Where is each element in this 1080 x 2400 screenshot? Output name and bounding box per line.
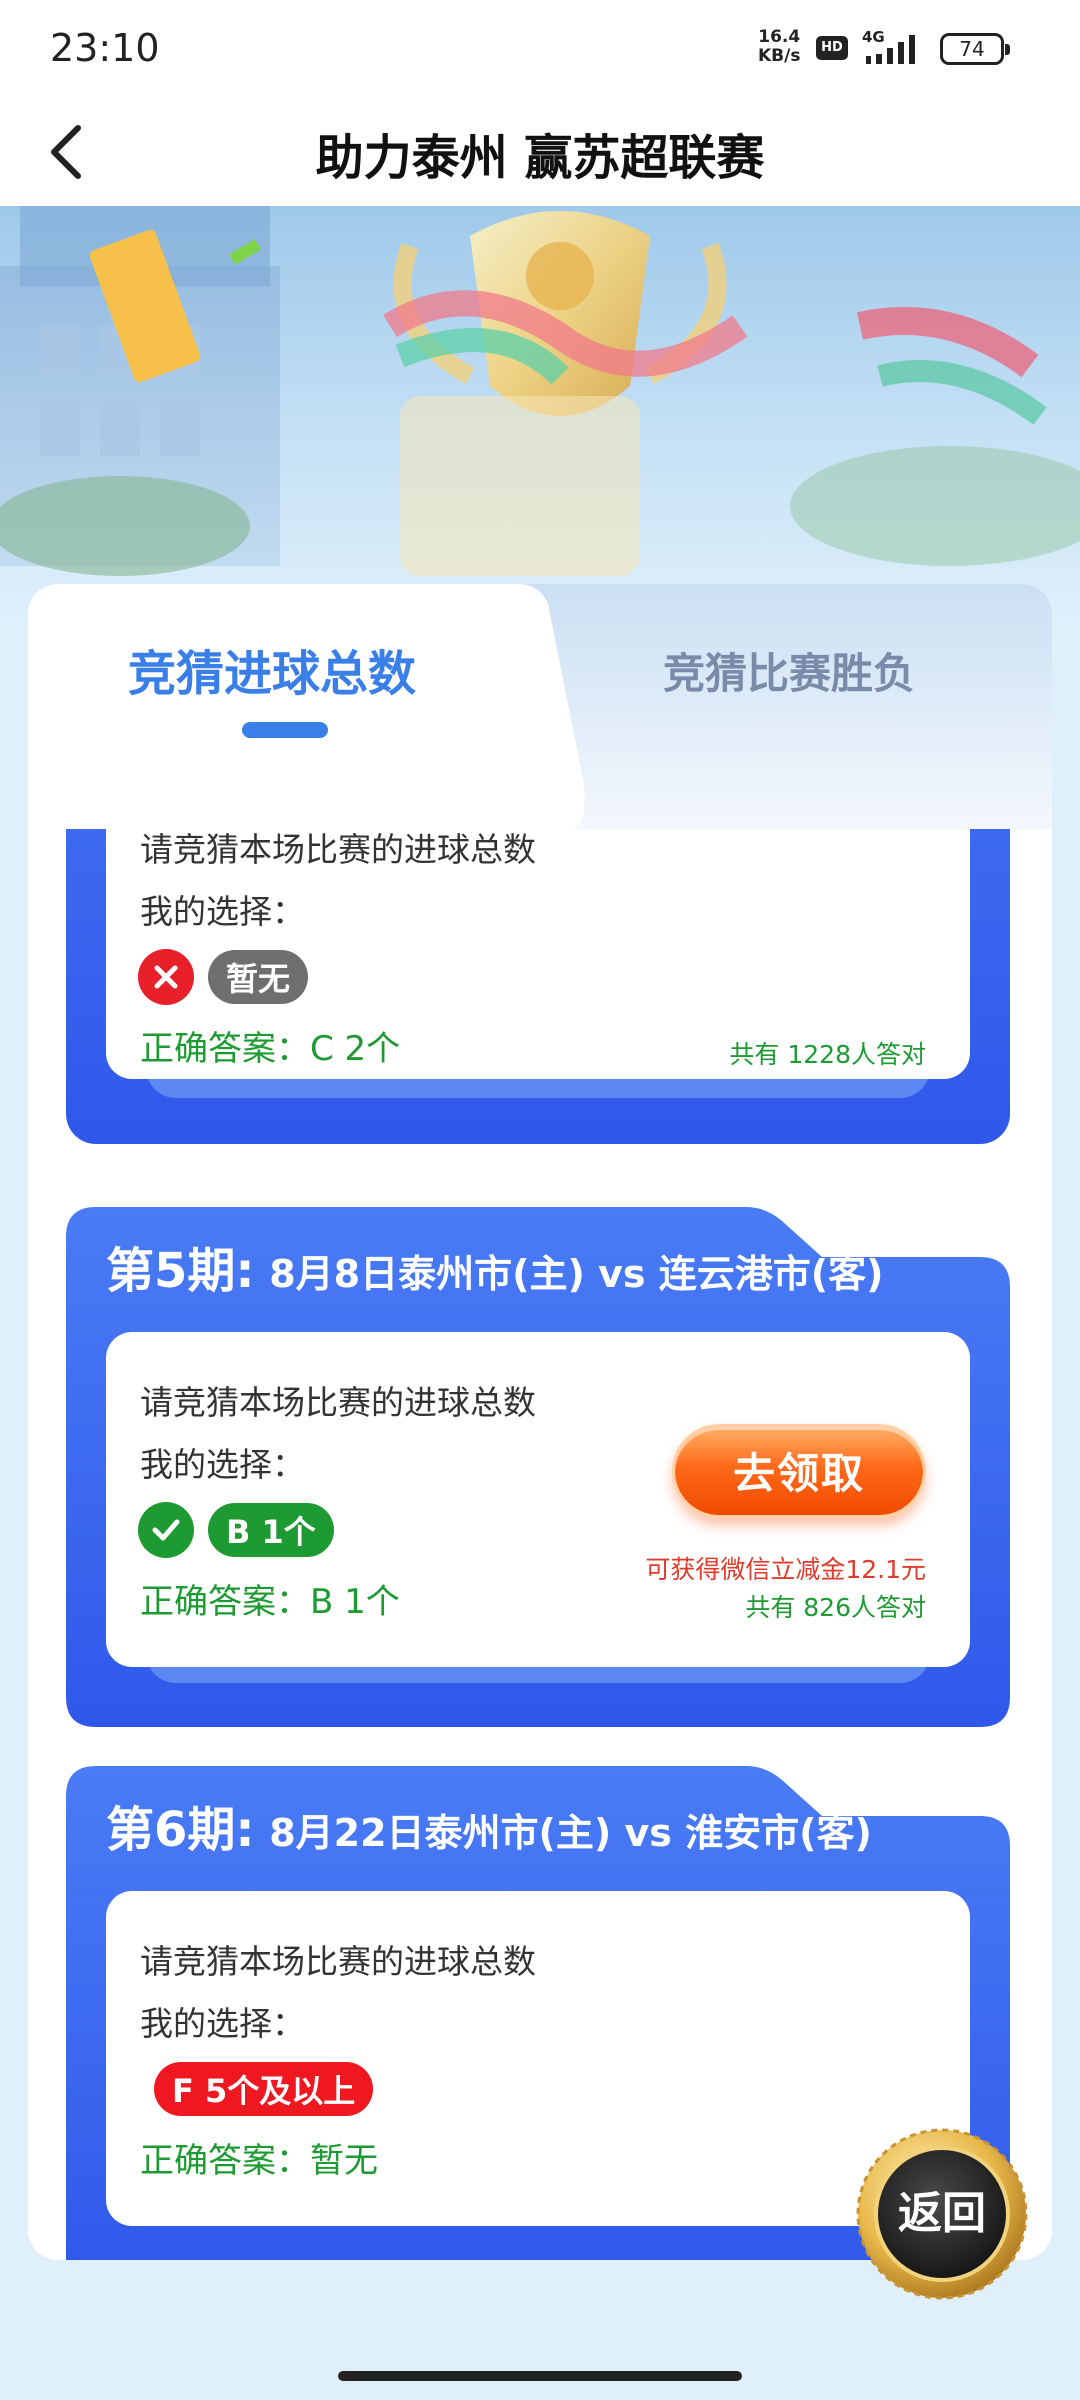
trophy-banner-illustration bbox=[0, 206, 1080, 576]
my-choice-label: 我的选择： bbox=[140, 2004, 305, 2043]
choice-row: F 5个及以上 bbox=[154, 2061, 374, 2117]
match-info: 8月22日泰州市(主) vs 淮安市(客) bbox=[269, 1811, 872, 1855]
network-speed-unit: KB/s bbox=[758, 46, 801, 66]
period-list[interactable]: 请竞猜本场比赛的进球总数 我的选择： 暂无 正确答案：C 2个 共有 1228人… bbox=[28, 829, 1052, 2260]
correct-answer: 正确答案：C 2个 bbox=[140, 1029, 401, 1069]
active-tab-background bbox=[28, 584, 585, 829]
period-number: 第6期: bbox=[106, 1802, 255, 1858]
active-tab-indicator bbox=[242, 722, 328, 738]
network-speed: 16.4 KB/s bbox=[758, 28, 800, 66]
claim-reward-button[interactable]: 去领取 bbox=[672, 1424, 926, 1518]
choice-row: B 1个 bbox=[138, 1502, 334, 1558]
hero-banner bbox=[0, 206, 1080, 626]
home-indicator[interactable] bbox=[338, 2371, 742, 2381]
reward-text: 可获得微信立减金12.1元 bbox=[645, 1555, 926, 1584]
return-button[interactable]: 返回 bbox=[852, 2124, 1032, 2304]
correct-count: 共有 826人答对 bbox=[745, 1593, 926, 1622]
question-card: 请竞猜本场比赛的进球总数 我的选择： F 5个及以上 正确答案：暂无 bbox=[106, 1891, 970, 2226]
period-title: 第5期: 8月8日泰州市(主) vs 连云港市(客) bbox=[106, 1231, 883, 1301]
my-choice-label: 我的选择： bbox=[140, 1445, 305, 1484]
status-time: 23:10 bbox=[50, 26, 160, 70]
network-speed-value: 16.4 bbox=[758, 27, 801, 47]
return-label: 返回 bbox=[898, 2188, 986, 2239]
hd-badge: HD bbox=[816, 36, 848, 60]
check-icon bbox=[138, 1502, 194, 1558]
correct-answer: 正确答案：暂无 bbox=[140, 2141, 378, 2181]
my-choice-label: 我的选择： bbox=[140, 892, 305, 931]
status-bar: 23:10 16.4 KB/s HD 4G 74 bbox=[0, 0, 1080, 96]
correct-answer: 正确答案：B 1个 bbox=[140, 1582, 400, 1622]
tab-bar: 竞猜进球总数 竞猜比赛胜负 bbox=[28, 584, 1052, 829]
question-card: 请竞猜本场比赛的进球总数 我的选择： B 1个 正确答案：B 1个 去领取 可获… bbox=[106, 1332, 970, 1667]
wrong-icon bbox=[138, 949, 194, 1005]
period-number: 第5期: bbox=[106, 1243, 255, 1299]
question-text: 请竞猜本场比赛的进球总数 bbox=[140, 1383, 536, 1422]
period-title: 第6期: 8月22日泰州市(主) vs 淮安市(客) bbox=[106, 1790, 872, 1860]
tab-guess-total-goals[interactable]: 竞猜进球总数 bbox=[128, 634, 416, 704]
period-card: 请竞猜本场比赛的进球总数 我的选择： 暂无 正确答案：C 2个 共有 1228人… bbox=[66, 829, 1010, 1144]
main-panel: 竞猜进球总数 竞猜比赛胜负 请竞猜本场比赛的进球总数 我的选择： 暂无 正确答案… bbox=[28, 584, 1052, 2260]
match-info: 8月8日泰州市(主) vs 连云港市(客) bbox=[269, 1252, 884, 1296]
signal-icon bbox=[866, 35, 915, 64]
period-card: 第5期: 8月8日泰州市(主) vs 连云港市(客) 请竞猜本场比赛的进球总数 … bbox=[66, 1207, 1010, 1727]
choice-pill: 暂无 bbox=[208, 950, 309, 1004]
battery-icon: 74 bbox=[940, 33, 1010, 65]
question-text: 请竞猜本场比赛的进球总数 bbox=[140, 830, 536, 869]
correct-count: 共有 1228人答对 bbox=[729, 1040, 926, 1069]
tab-guess-match-result[interactable]: 竞猜比赛胜负 bbox=[663, 640, 915, 701]
question-card: 请竞猜本场比赛的进球总数 我的选择： 暂无 正确答案：C 2个 共有 1228人… bbox=[106, 829, 970, 1079]
choice-pill: F 5个及以上 bbox=[154, 2062, 374, 2116]
choice-pill: B 1个 bbox=[208, 1503, 334, 1557]
page-title: 助力泰州 赢苏超联赛 bbox=[315, 130, 765, 186]
app-header: 助力泰州 赢苏超联赛 bbox=[0, 96, 1080, 206]
choice-row: 暂无 bbox=[138, 949, 309, 1005]
question-text: 请竞猜本场比赛的进球总数 bbox=[140, 1942, 536, 1981]
